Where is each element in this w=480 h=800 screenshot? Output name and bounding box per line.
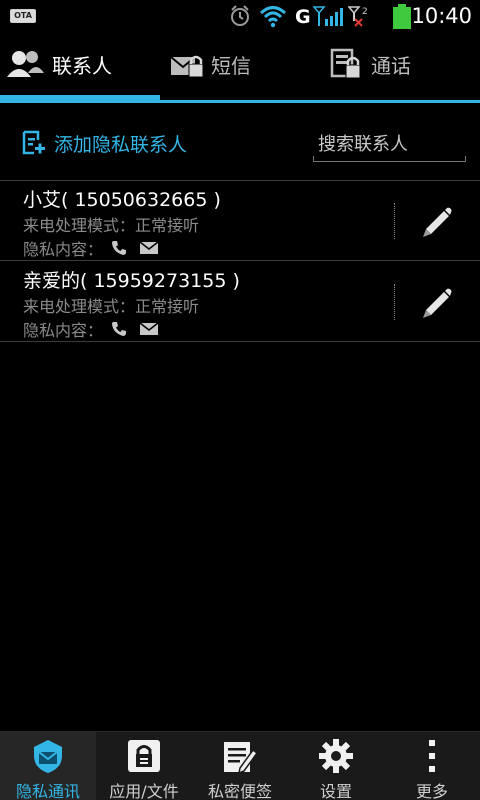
wifi-icon [259, 6, 287, 28]
tab-calls-label: 通话 [371, 53, 411, 78]
contact-row[interactable]: 亲爱的( 15959273155 ) 来电处理模式：正常接听 隐私内容： [0, 262, 480, 342]
row-separator [394, 284, 395, 320]
nav-app-file-label: 应用/文件 [109, 782, 179, 800]
nav-settings[interactable]: 设置 [288, 732, 384, 800]
nav-private-comm[interactable]: 隐私通讯 [0, 732, 96, 800]
add-private-contact-button[interactable]: 添加隐私联系人 [22, 127, 187, 159]
status-bar: OTA G 2 10:40 [0, 0, 480, 32]
contact-privacy-label: 隐私内容： [23, 240, 104, 259]
gear-icon [319, 739, 353, 773]
search-field [313, 128, 466, 162]
edit-pencil-icon[interactable] [420, 203, 456, 239]
mail-icon [139, 322, 159, 335]
nav-more[interactable]: 更多 [384, 732, 480, 800]
nav-more-label: 更多 [415, 782, 448, 800]
g-signal-icon: G [295, 6, 311, 28]
ota-badge: OTA [10, 9, 36, 23]
contact-row[interactable]: 小艾( 15050632665 ) 来电处理模式：正常接听 隐私内容： [0, 181, 480, 261]
tab-indicator-active [0, 95, 160, 103]
phone-icon [112, 241, 127, 255]
more-icon [429, 740, 435, 772]
nav-settings-label: 设置 [319, 782, 352, 800]
call-log-lock-icon [330, 48, 361, 79]
battery-icon [393, 4, 411, 29]
contact-name: 亲爱的( 15959273155 ) [23, 270, 240, 292]
contact-name: 小艾( 15050632665 ) [23, 189, 221, 211]
phone-icon [112, 322, 127, 336]
contact-call-mode: 来电处理模式：正常接听 [23, 297, 200, 316]
status-time: 10:40 [411, 4, 472, 28]
contact-privacy-label: 隐私内容： [23, 321, 104, 340]
nav-private-notes[interactable]: 私密便签 [192, 732, 288, 800]
mail-icon [139, 241, 159, 254]
app-lock-icon [128, 740, 160, 772]
bottom-nav: 隐私通讯 应用/文件 私密便签 设置 更多 [0, 731, 480, 800]
edit-pencil-icon[interactable] [420, 284, 456, 320]
nav-app-file[interactable]: 应用/文件 [96, 732, 192, 800]
row-separator [394, 203, 395, 239]
add-private-contact-label: 添加隐私联系人 [54, 133, 188, 156]
top-tab-bar: 联系人 短信 通话 [0, 32, 480, 96]
sim2-no-signal-icon: 2 [348, 6, 368, 27]
contacts-icon [7, 51, 44, 77]
nav-private-comm-label: 隐私通讯 [15, 782, 80, 800]
signal-bars-icon [313, 6, 343, 26]
svg-text:2: 2 [362, 7, 368, 17]
svg-text:G: G [295, 6, 311, 28]
private-comm-icon [34, 740, 62, 773]
nav-private-notes-label: 私密便签 [207, 782, 272, 800]
contact-privacy-content: 隐私内容： [23, 236, 159, 260]
tab-contacts-label: 联系人 [52, 53, 112, 78]
add-contact-icon [22, 130, 45, 155]
sms-lock-icon [170, 55, 204, 78]
tab-sms[interactable]: 短信 [170, 32, 310, 96]
contact-privacy-content: 隐私内容： [23, 317, 159, 341]
search-underline [313, 156, 466, 162]
notes-icon [224, 742, 258, 774]
alarm-icon [231, 5, 249, 26]
contact-call-mode: 来电处理模式：正常接听 [23, 216, 200, 235]
tab-sms-label: 短信 [211, 53, 251, 78]
tab-contacts[interactable]: 联系人 [6, 32, 156, 96]
tab-calls[interactable]: 通话 [330, 32, 470, 96]
